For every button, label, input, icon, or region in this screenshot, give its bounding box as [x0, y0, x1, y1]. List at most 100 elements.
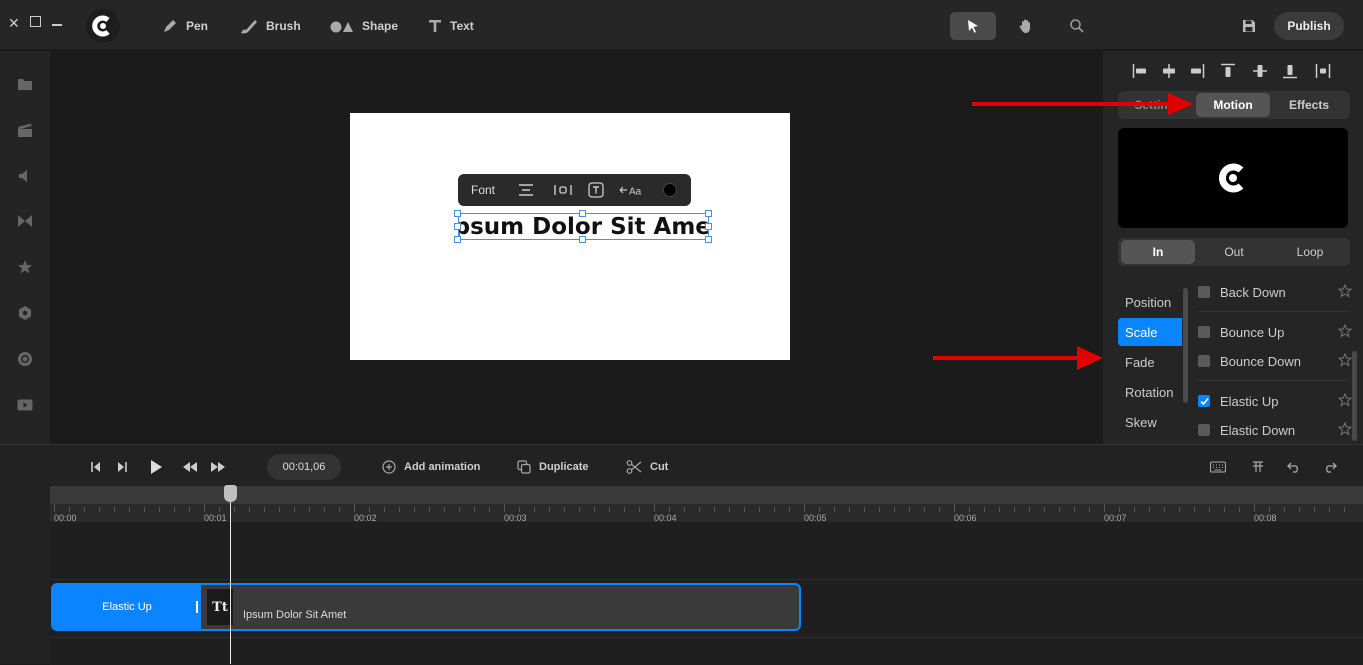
animation-resize-handle[interactable]: [196, 601, 198, 613]
sidebar-item-audio[interactable]: [15, 166, 35, 186]
animation-item[interactable]: Elastic Down: [1198, 416, 1352, 444]
text-case-icon: Aa: [619, 187, 642, 196]
ruler-tick: [54, 504, 55, 512]
resize-handle-bottom-right[interactable]: [705, 236, 712, 243]
fast-forward-button[interactable]: [210, 459, 226, 475]
ruler-scrub-strip[interactable]: [50, 486, 1363, 504]
snap-icon: [1253, 461, 1263, 472]
text-tool-label: Text: [450, 19, 474, 33]
maximize-window-icon[interactable]: [30, 16, 41, 27]
sidebar-item-favorites[interactable]: [15, 257, 35, 277]
text-align-button[interactable]: [518, 174, 534, 206]
play-button[interactable]: [148, 459, 164, 475]
checkbox[interactable]: [1198, 355, 1210, 367]
sidebar-item-record[interactable]: [15, 349, 35, 369]
resize-handle-bottom-left[interactable]: [454, 236, 461, 243]
brush-tool-button[interactable]: Brush: [240, 15, 301, 37]
resize-handle-left[interactable]: [454, 223, 461, 230]
rewind-button[interactable]: [182, 459, 198, 475]
resize-handle-top[interactable]: [579, 210, 586, 217]
align-horizontal-center-icon[interactable]: [1161, 63, 1177, 79]
jump-to-end-button[interactable]: [114, 459, 130, 475]
jump-to-start-button[interactable]: [88, 459, 104, 475]
sidebar-item-transitions[interactable]: [15, 211, 35, 231]
minimize-window-icon[interactable]: [52, 24, 62, 26]
sidebar-item-folder[interactable]: [15, 74, 35, 94]
category-position[interactable]: Position: [1118, 288, 1182, 316]
save-button[interactable]: [1238, 15, 1260, 37]
ruler-tick: [1284, 507, 1285, 512]
timecode-display[interactable]: 00:01,06: [267, 454, 341, 480]
align-top-icon[interactable]: [1220, 63, 1236, 79]
tab-out[interactable]: Out: [1197, 240, 1271, 264]
letter-spacing-button[interactable]: [554, 174, 572, 206]
animation-item[interactable]: Back Down: [1198, 278, 1352, 306]
favorite-star-icon[interactable]: [1338, 284, 1352, 298]
font-button[interactable]: Font: [471, 174, 495, 206]
text-clip[interactable]: Elastic Up Tt Ipsum Dolor Sit Amet: [51, 583, 801, 631]
tab-effects[interactable]: Effects: [1272, 93, 1346, 117]
sidebar-item-media[interactable]: [15, 120, 35, 140]
sidebar-item-video[interactable]: [15, 395, 35, 415]
resize-handle-right[interactable]: [705, 223, 712, 230]
text-tool-button[interactable]: Text: [428, 15, 474, 37]
checkbox-checked[interactable]: [1198, 395, 1210, 407]
resize-handle-top-right[interactable]: [705, 210, 712, 217]
direction-tabs: In Out Loop: [1118, 238, 1350, 266]
snap-button[interactable]: [1250, 459, 1266, 475]
pen-tool-button[interactable]: Pen: [162, 15, 208, 37]
align-right-icon[interactable]: [1189, 63, 1205, 79]
text-box-button[interactable]: [588, 174, 604, 206]
favorite-star-icon[interactable]: [1338, 353, 1352, 367]
hand-tool-button[interactable]: [1015, 15, 1037, 37]
checkbox[interactable]: [1198, 326, 1210, 338]
hexagon-icon: [19, 306, 31, 320]
shape-tool-button[interactable]: Shape: [330, 15, 398, 37]
text-color-button[interactable]: [663, 174, 677, 206]
checkbox[interactable]: [1198, 424, 1210, 436]
redo-button[interactable]: [1322, 459, 1338, 475]
category-scale[interactable]: Scale: [1118, 318, 1182, 346]
text-case-button[interactable]: Aa: [619, 174, 645, 206]
cut-button[interactable]: Cut: [626, 457, 668, 477]
resize-handle-top-left[interactable]: [454, 210, 461, 217]
category-scrollbar[interactable]: [1183, 288, 1188, 403]
select-tool-button[interactable]: [950, 12, 996, 40]
duplicate-button[interactable]: Duplicate: [517, 457, 589, 477]
app-logo[interactable]: [86, 9, 120, 43]
sidebar-item-plugins[interactable]: [15, 303, 35, 323]
favorite-star-icon[interactable]: [1338, 393, 1352, 407]
ruler-tick: [189, 507, 190, 512]
animation-list-scrollbar[interactable]: [1352, 351, 1357, 441]
clip-animation-segment[interactable]: Elastic Up: [53, 585, 201, 629]
category-skew[interactable]: Skew: [1118, 408, 1182, 436]
distribute-horizontal-icon[interactable]: [1315, 63, 1331, 79]
animation-item[interactable]: Bounce Up: [1198, 318, 1352, 346]
playhead-handle[interactable]: [224, 485, 237, 502]
tab-in[interactable]: In: [1121, 240, 1195, 264]
keyboard-shortcuts-button[interactable]: [1210, 459, 1226, 475]
animation-item[interactable]: Elastic Up: [1198, 387, 1352, 415]
ruler-tick: [879, 507, 880, 512]
animation-item[interactable]: Bounce Down: [1198, 347, 1352, 375]
color-swatch-icon: [663, 183, 677, 197]
transition-icon: [18, 215, 32, 227]
category-rotation[interactable]: Rotation: [1118, 378, 1182, 406]
checkbox[interactable]: [1198, 286, 1210, 298]
ruler-tick: [1104, 504, 1105, 512]
align-vertical-center-icon[interactable]: [1252, 63, 1268, 79]
undo-button[interactable]: [1286, 459, 1302, 475]
close-window-icon[interactable]: ✕: [8, 14, 20, 32]
time-ruler[interactable]: 00:00 00:01 00:02 00:03 00:04 00:05 00:0…: [50, 486, 1363, 523]
align-left-icon[interactable]: [1132, 63, 1148, 79]
duplicate-label: Duplicate: [539, 461, 589, 473]
align-bottom-icon[interactable]: [1282, 63, 1298, 79]
publish-button[interactable]: Publish: [1274, 12, 1344, 40]
add-animation-button[interactable]: Add animation: [382, 457, 480, 477]
resize-handle-bottom[interactable]: [579, 236, 586, 243]
zoom-tool-button[interactable]: [1066, 15, 1088, 37]
category-fade[interactable]: Fade: [1118, 348, 1182, 376]
tab-loop[interactable]: Loop: [1273, 240, 1347, 264]
favorite-star-icon[interactable]: [1338, 422, 1352, 436]
favorite-star-icon[interactable]: [1338, 324, 1352, 338]
